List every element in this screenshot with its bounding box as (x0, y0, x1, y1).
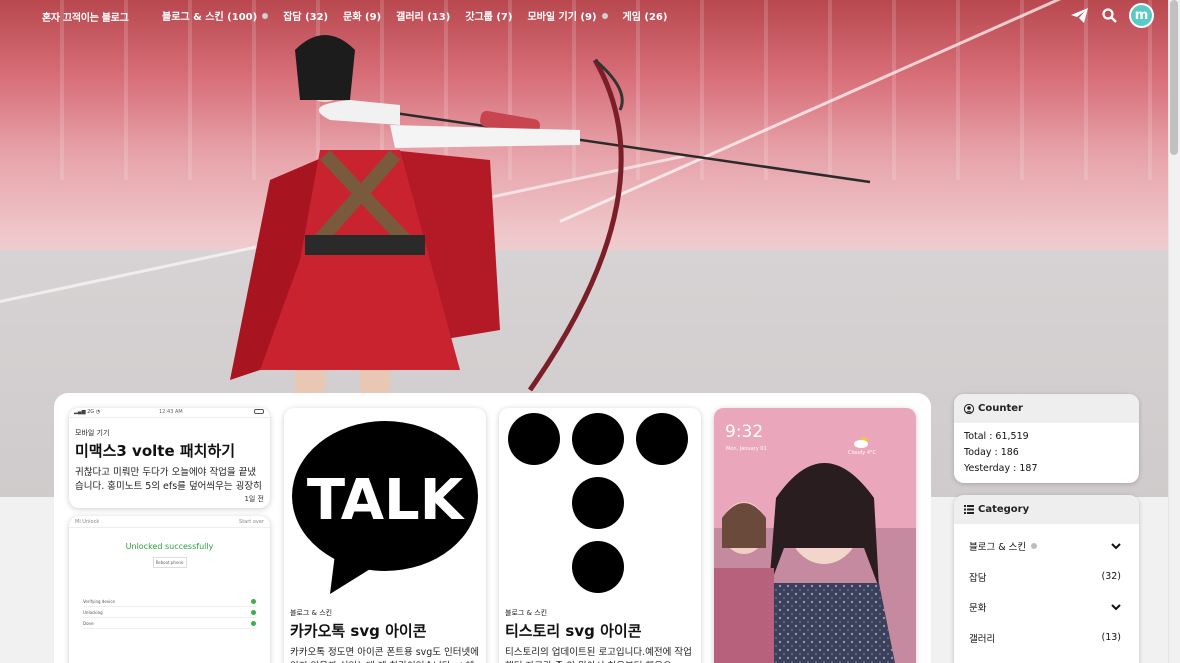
check-icon (251, 609, 256, 615)
dot-indicator (1031, 543, 1038, 550)
category-item-culture[interactable]: 문화 (954, 592, 1139, 623)
nav-item-culture[interactable]: 문화 (9) (343, 8, 381, 23)
kakaotalk-logo: TALK (284, 408, 486, 600)
svg-text:TALK: TALK (307, 468, 466, 533)
category-count: (13) (1101, 632, 1121, 644)
user-icon (964, 403, 974, 414)
weather-icon: Cloudy 4°C (848, 436, 876, 456)
top-navigation: 혼자 끄적이는 블로그 블로그 & 스킨 (100) 잡담 (32) 문화 (9… (0, 0, 1168, 32)
nav-item-blog-skin[interactable]: 블로그 & 스킨 (100) (162, 8, 269, 23)
scrollbar[interactable] (1168, 0, 1180, 663)
check-icon (251, 598, 256, 604)
category-widget: Category 블로그 & 스킨 잡담 (32) 문화 갤러리 (13) (954, 495, 1139, 663)
post-title[interactable]: 미맥스3 volte 패치하기 (75, 440, 264, 461)
nav-item-chat[interactable]: 잡담 (32) (283, 8, 328, 23)
category-count: (32) (1101, 571, 1121, 583)
post-card[interactable]: Mi Unlock Start over Unlocked successful… (69, 516, 270, 663)
nav-menu: 블로그 & 스킨 (100) 잡담 (32) 문화 (9) 갤러리 (13) 갓… (162, 8, 682, 23)
post-card[interactable]: ▂▄▆ 2G ◔ 12:43 AM 모바일 기기 미맥스3 volte 패치하기… (69, 408, 270, 508)
counter-today: Today : 186 (964, 446, 1019, 458)
category-item-gallery[interactable]: 갤러리 (13) (954, 623, 1139, 654)
battery-icon (254, 409, 264, 414)
post-card[interactable]: TALK 블로그 & 스킨 카카오톡 svg 아이콘 카카오톡 정도면 아이콘 … (284, 408, 486, 663)
nav-item-godgroup[interactable]: 갓그룹 (7) (465, 8, 512, 23)
dot-indicator (262, 12, 269, 19)
post-title[interactable]: 카카오톡 svg 아이콘 (290, 620, 480, 641)
post-date: 1일 전 (244, 495, 264, 503)
nav-item-game[interactable]: 게임 (26) (623, 8, 668, 23)
post-card[interactable]: 9:32 Mon, January 01 Cloudy 4°C (714, 408, 916, 663)
reboot-button: Reboot phone (152, 557, 187, 568)
scrollbar-thumb[interactable] (1170, 0, 1178, 155)
tistory-logo (499, 408, 701, 600)
list-item: Unlocking (83, 607, 256, 618)
site-brand[interactable]: 혼자 끄적이는 블로그 (42, 9, 129, 24)
dot-indicator (601, 12, 608, 19)
counter-yesterday: Yesterday : 187 (964, 462, 1038, 474)
post-title[interactable]: 티스토리 svg 아이콘 (505, 620, 695, 641)
send-icon[interactable] (1069, 6, 1089, 26)
post-grid: ▂▄▆ 2G ◔ 12:43 AM 모바일 기기 미맥스3 volte 패치하기… (54, 393, 931, 663)
post-excerpt: 귀찮다고 미뤄만 두다가 오늘에야 작업을 끝냈습니다. 홍미노트 5의 efs… (75, 467, 262, 492)
post-category: 블로그 & 스킨 (290, 609, 333, 617)
post-category: 모바일 기기 (75, 429, 110, 437)
avatar[interactable]: m (1129, 3, 1154, 28)
list-item: Done (83, 618, 256, 629)
category-item-blog-skin[interactable]: 블로그 & 스킨 (954, 531, 1139, 562)
nav-item-gallery[interactable]: 갤러리 (13) (396, 8, 450, 23)
nav-item-mobile[interactable]: 모바일 기기 (9) (527, 8, 608, 23)
chevron-down-icon (1111, 604, 1121, 611)
nav-tools: m (1069, 3, 1154, 28)
counter-widget: Counter Total : 61,519 Today : 186 Yeste… (954, 394, 1139, 483)
category-item-chat[interactable]: 잡담 (32) (954, 562, 1139, 593)
chevron-down-icon (1111, 543, 1121, 550)
post-thumbnail: ▂▄▆ 2G ◔ 12:43 AM (69, 408, 270, 418)
check-icon (251, 620, 256, 626)
post-card[interactable]: 블로그 & 스킨 티스토리 svg 아이콘 티스토리의 업데이트된 로고입니다.… (499, 408, 701, 663)
category-title: Category (978, 504, 1030, 515)
counter-title: Counter (978, 403, 1023, 414)
post-category: 블로그 & 스킨 (505, 609, 548, 617)
unlock-status: Unlocked successfully (125, 542, 214, 551)
list-icon (964, 505, 974, 514)
counter-total: Total : 61,519 (964, 430, 1029, 442)
search-icon[interactable] (1099, 6, 1119, 26)
post-excerpt: 티스토리의 업데이트된 로고입니다.예전에 작업했던 자료랑 좀 안 맞아서 처… (505, 647, 692, 663)
lockscreen-clock: 9:32 (725, 422, 764, 442)
post-excerpt: 카카오톡 정도면 아이콘 폰트용 svg도 인터넷에 있지 않을까 싶었는데 제… (290, 647, 480, 663)
list-item: Verifying device (83, 596, 256, 607)
